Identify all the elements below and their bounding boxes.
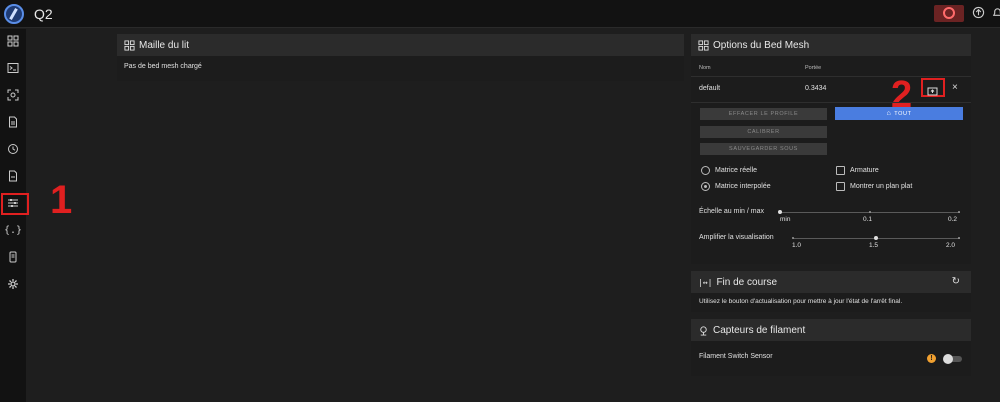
home-all-label: TOUT	[894, 110, 912, 117]
upload-icon[interactable]	[971, 6, 985, 20]
radio-real-matrix-label: Matrice réelle	[715, 167, 758, 174]
scale-tick-label: min	[780, 216, 791, 223]
grid-icon	[7, 35, 19, 47]
sidebar-item-system[interactable]	[3, 247, 23, 267]
profile-name[interactable]: default	[699, 85, 720, 92]
annotation-number-1: 1	[50, 178, 73, 222]
endstop-icon: |↔|	[698, 277, 713, 287]
filament-card-header: Capteurs de filament	[691, 319, 971, 341]
amplify-tick-label: 1.0	[792, 242, 802, 249]
filament-card-title: Capteurs de filament	[713, 324, 806, 336]
scale-slider-handle[interactable]	[778, 210, 782, 214]
endstops-card-title: Fin de course	[716, 276, 778, 288]
filament-sensor-toggle[interactable]	[943, 354, 962, 364]
bell-icon[interactable]	[990, 6, 1000, 20]
history-icon	[8, 144, 18, 154]
sidebar-item-webcam[interactable]	[3, 85, 23, 105]
camera-scan-icon	[7, 89, 19, 101]
grid-icon	[124, 39, 135, 51]
alert-icon	[943, 7, 955, 19]
bed-mesh-card-header: Maille du lit	[117, 34, 684, 56]
amplify-slider-handle[interactable]	[874, 236, 878, 240]
calibrate-button[interactable]: CALIBRER	[700, 126, 827, 138]
file-icon	[9, 116, 17, 128]
amplify-slider-label: Amplifier la visualisation	[699, 234, 774, 241]
checkbox-wireframe-label: Armature	[850, 167, 879, 174]
sidebar-item-jobs[interactable]	[3, 166, 23, 186]
sidebar-item-console[interactable]	[3, 58, 23, 78]
checkbox-wireframe[interactable]	[836, 166, 845, 175]
device-icon	[9, 251, 17, 263]
upload-box-icon	[927, 87, 938, 96]
column-header-range: Portée	[805, 65, 822, 71]
scale-slider-tick	[869, 211, 871, 213]
amplify-slider-tick	[958, 237, 960, 239]
filament-sensor-icon	[700, 325, 707, 336]
endstops-card: |↔| Fin de course ↻ Utilisez le bouton d…	[691, 271, 971, 312]
sidebar-item-dashboard[interactable]	[3, 31, 23, 51]
options-card-header: Options du Bed Mesh	[691, 34, 971, 56]
radio-interpolated-matrix-label: Matrice interpolée	[715, 183, 771, 190]
home-all-button[interactable]: ⌂ TOUT	[835, 107, 963, 120]
checkbox-flat-plane[interactable]	[836, 182, 845, 191]
sidebar-item-settings[interactable]	[3, 274, 23, 294]
app-title: Q2	[34, 6, 53, 22]
options-card-title: Options du Bed Mesh	[713, 39, 810, 51]
amplify-tick-label: 1.5	[869, 242, 879, 249]
table-divider	[691, 76, 971, 77]
bed-mesh-card: Maille du lit Pas de bed mesh chargé	[117, 34, 684, 81]
grid-icon	[698, 39, 709, 51]
remove-profile-button[interactable]: ×	[952, 83, 958, 93]
amplify-tick-label: 2.0	[946, 242, 956, 249]
radio-interpolated-matrix[interactable]	[701, 182, 710, 191]
scale-slider-label: Échelle au min / max	[699, 208, 764, 215]
braces-icon: {.}	[3, 224, 23, 236]
home-icon: ⌂	[886, 110, 892, 117]
scale-tick-label: 0.1	[863, 216, 873, 223]
column-header-name: Nom	[699, 65, 711, 71]
filament-sensor-name: Filament Switch Sensor	[699, 353, 773, 360]
warning-icon: !	[927, 354, 936, 363]
sidebar-item-history[interactable]	[3, 139, 23, 159]
load-profile-button[interactable]	[927, 83, 938, 96]
table-divider	[691, 102, 971, 103]
gear-icon	[8, 279, 18, 289]
tune-highlight-box	[1, 193, 29, 215]
refresh-icon[interactable]: ↻	[952, 276, 960, 287]
sidebar: {.}	[0, 29, 26, 402]
radio-real-matrix[interactable]	[701, 166, 710, 175]
toggle-knob	[943, 354, 953, 364]
scale-tick-label: 0.2	[948, 216, 958, 223]
endstops-card-header: |↔| Fin de course ↻	[691, 271, 971, 293]
clear-profile-button[interactable]: EFFACER LE PROFILE	[700, 108, 827, 120]
app-bar: Q2	[0, 0, 1000, 28]
sidebar-item-files[interactable]	[3, 112, 23, 132]
save-as-button[interactable]: SAUVEGARDER SOUS	[700, 143, 827, 155]
profile-range: 0.3434	[805, 85, 827, 92]
bed-mesh-options-card: Options du Bed Mesh Nom Portée default 0…	[691, 34, 971, 264]
document-icon	[9, 170, 17, 182]
no-mesh-message: Pas de bed mesh chargé	[124, 63, 202, 70]
amplify-slider-tick	[792, 237, 794, 239]
filament-sensors-card: Capteurs de filament Filament Switch Sen…	[691, 319, 971, 376]
emergency-stop-button[interactable]	[934, 5, 964, 22]
terminal-icon	[7, 63, 19, 73]
sidebar-item-config[interactable]: {.}	[3, 220, 23, 240]
endstops-message: Utilisez le bouton d'actualisation pour …	[699, 298, 903, 305]
checkbox-flat-plane-label: Montrer un plan plat	[850, 183, 913, 190]
bed-mesh-card-title: Maille du lit	[139, 39, 190, 51]
app-logo[interactable]	[4, 4, 24, 24]
scale-slider-tick	[958, 211, 960, 213]
